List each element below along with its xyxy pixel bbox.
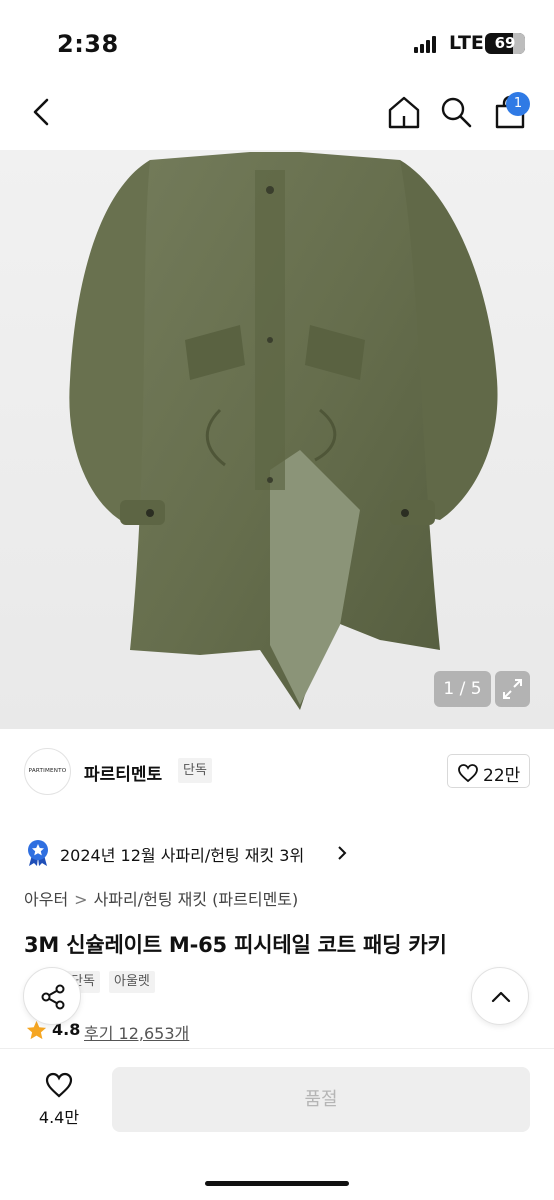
wishlist-button[interactable] <box>44 1071 74 1099</box>
share-button[interactable] <box>23 967 81 1025</box>
brand-like-count: 22만 <box>483 766 521 786</box>
product-title: 3M 신슐레이트 M-65 피시테일 코트 패딩 카키 <box>24 933 447 957</box>
battery-level: 69 <box>494 34 516 52</box>
home-icon <box>388 96 420 129</box>
search-icon <box>441 97 472 128</box>
heart-icon <box>458 764 478 783</box>
jacket-image <box>69 152 498 710</box>
ranking-badge-icon <box>28 840 48 866</box>
breadcrumb: 아우터 > 사파리/헌팅 재킷 (파르티멘토) <box>24 886 298 910</box>
cart-count-badge: 1 <box>506 92 530 116</box>
brand-logo[interactable]: PARTIMENTO <box>24 748 71 795</box>
expand-image-button[interactable] <box>495 671 530 707</box>
brand-name[interactable]: 파르티멘토 <box>84 760 162 785</box>
ranking-text[interactable]: 2024년 12월 사파리/헌팅 재킷 3위 <box>60 842 304 866</box>
chevron-right-icon: > <box>74 890 88 909</box>
review-count-link[interactable]: 후기 12,653개 <box>84 1020 189 1044</box>
chevron-up-icon <box>491 991 511 1003</box>
breadcrumb-item[interactable]: 아우터 <box>24 890 68 909</box>
scroll-to-top-button[interactable] <box>471 967 529 1025</box>
search-button[interactable] <box>438 94 474 130</box>
brand-like-button[interactable]: 22만 <box>447 754 530 788</box>
wishlist-count: 4.4만 <box>38 1108 80 1127</box>
brand-exclusive-tag: 단독 <box>178 758 212 783</box>
product-tag: 아울렛 <box>109 971 155 993</box>
heart-icon <box>45 1072 73 1098</box>
back-button[interactable] <box>22 92 62 132</box>
breadcrumb-item[interactable]: 사파리/헌팅 재킷 (파르티멘토) <box>94 890 299 909</box>
battery-icon: 69 <box>485 33 525 54</box>
soldout-button[interactable]: 품절 <box>112 1067 530 1132</box>
status-time: 2:38 <box>57 30 119 58</box>
status-bar: 2:38 LTE 69 <box>0 0 554 86</box>
expand-icon <box>503 679 522 699</box>
signal-icon <box>414 35 442 53</box>
home-indicator <box>205 1181 349 1186</box>
product-image[interactable] <box>0 150 554 729</box>
image-counter: 1 / 5 <box>434 671 491 707</box>
chevron-right-icon <box>338 846 347 860</box>
chevron-left-icon <box>33 98 49 126</box>
network-label: LTE <box>449 32 484 54</box>
share-icon <box>41 984 65 1010</box>
home-button[interactable] <box>386 94 422 130</box>
